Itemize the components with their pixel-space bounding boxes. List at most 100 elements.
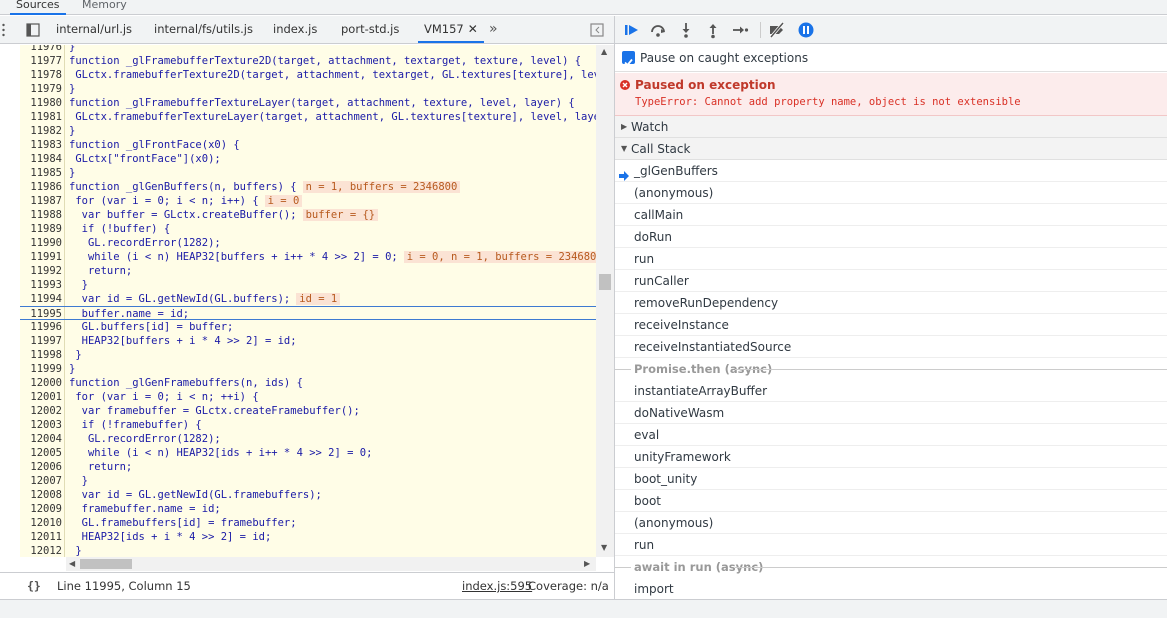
line-number[interactable]: 12010 (20, 516, 62, 530)
line-number[interactable]: 11987 (20, 194, 62, 208)
code-line[interactable]: 11977 function _glFramebufferTexture2D(ta… (20, 54, 596, 68)
code-line[interactable]: 12001 for (var i = 0; i < n; ++i) { (20, 390, 596, 404)
code-line[interactable]: 11997 HEAP32[buffers + i * 4 >> 2] = id; (20, 334, 596, 348)
code-line[interactable]: 11999} (20, 362, 596, 376)
line-number[interactable]: 11985 (20, 166, 62, 180)
tab-sources[interactable]: Sources (10, 0, 66, 15)
code-line[interactable]: 11993 } (20, 278, 596, 292)
watch-section-header[interactable]: ▶ Watch (615, 116, 1167, 138)
toggle-debugger-icon[interactable] (590, 23, 604, 37)
more-dots-icon[interactable] (2, 22, 5, 38)
call-frame[interactable]: callMain (615, 204, 1167, 226)
call-frame-current[interactable]: _glGenBuffers (615, 160, 1167, 182)
line-number[interactable]: 11977 (20, 54, 62, 68)
call-frame[interactable]: removeRunDependency (615, 292, 1167, 314)
line-number[interactable]: 12002 (20, 404, 62, 418)
line-number[interactable]: 12011 (20, 530, 62, 544)
deactivate-breakpoints-icon[interactable] (768, 21, 786, 39)
line-number[interactable]: 11988 (20, 208, 62, 222)
call-frame[interactable]: eval (615, 424, 1167, 446)
tab-internal-url[interactable]: internal/url.js (56, 16, 132, 43)
code-line[interactable]: 12002 var framebuffer = GLctx.createFram… (20, 404, 596, 418)
line-number[interactable]: 11984 (20, 152, 62, 166)
call-stack-section-header[interactable]: ▼ Call Stack (615, 138, 1167, 160)
more-tabs-icon[interactable]: » (489, 21, 498, 37)
call-frame[interactable]: instantiateArrayBuffer (615, 380, 1167, 402)
code-line[interactable]: 11987 for (var i = 0; i < n; i++) {i = 0 (20, 194, 596, 208)
code-line[interactable]: 11978 GLctx.framebufferTexture2D(target,… (20, 68, 596, 82)
code-line[interactable]: 12003 if (!framebuffer) { (20, 418, 596, 432)
horizontal-scrollbar[interactable]: ◀ ▶ (66, 557, 596, 571)
step-over-icon[interactable] (649, 21, 667, 39)
code-line[interactable]: 11990 GL.recordError(1282); (20, 236, 596, 250)
code-line[interactable]: 12010 GL.framebuffers[id] = framebuffer; (20, 516, 596, 530)
line-number[interactable]: 12007 (20, 474, 62, 488)
call-frame[interactable]: boot_unity (615, 468, 1167, 490)
tab-index-js[interactable]: index.js (273, 16, 317, 43)
call-frame[interactable]: boot (615, 490, 1167, 512)
code-line[interactable]: 12012 } (20, 544, 596, 557)
code-line[interactable]: 12007 } (20, 474, 596, 488)
pause-caught-row[interactable]: Pause on caught exceptions (615, 44, 1167, 72)
code-line[interactable]: 11986 function _glGenBuffers(n, buffers) … (20, 180, 596, 194)
line-number[interactable]: 12008 (20, 488, 62, 502)
code-line[interactable]: 11989 if (!buffer) { (20, 222, 596, 236)
line-number[interactable]: 11993 (20, 278, 62, 292)
line-number[interactable]: 11982 (20, 124, 62, 138)
code-line[interactable]: 11991 while (i < n) HEAP32[buffers + i++… (20, 250, 596, 264)
line-number[interactable]: 11999 (20, 362, 62, 376)
pause-on-exceptions-icon[interactable] (797, 21, 815, 39)
line-number[interactable]: 12001 (20, 390, 62, 404)
horizontal-scroll-thumb[interactable] (80, 559, 132, 569)
line-number[interactable]: 11981 (20, 110, 62, 124)
vertical-scroll-thumb[interactable] (599, 274, 611, 290)
scroll-up-icon[interactable]: ▲ (601, 47, 607, 56)
line-number[interactable]: 11996 (20, 320, 62, 334)
line-number[interactable]: 11989 (20, 222, 62, 236)
line-number[interactable]: 12005 (20, 446, 62, 460)
line-number[interactable]: 11979 (20, 82, 62, 96)
line-number[interactable]: 12003 (20, 418, 62, 432)
call-frame[interactable]: run (615, 534, 1167, 556)
line-number[interactable]: 12000 (20, 376, 62, 390)
source-link[interactable]: index.js:595 (462, 573, 532, 600)
line-number[interactable]: 11992 (20, 264, 62, 278)
line-number[interactable]: 11978 (20, 68, 62, 82)
line-number[interactable]: 11983 (20, 138, 62, 152)
code-line[interactable]: 11998 } (20, 348, 596, 362)
step-out-icon[interactable] (704, 21, 722, 39)
code-line[interactable]: 11979} (20, 82, 596, 96)
scroll-left-icon[interactable]: ◀ (69, 559, 75, 568)
call-frame[interactable]: unityFramework (615, 446, 1167, 468)
call-frame[interactable]: receiveInstantiatedSource (615, 336, 1167, 358)
line-number[interactable]: 11980 (20, 96, 62, 110)
line-number[interactable]: 11994 (20, 292, 62, 306)
line-number[interactable]: 12006 (20, 460, 62, 474)
vertical-scrollbar[interactable]: ▲ ▼ (596, 45, 614, 557)
code-line[interactable]: 11992 return; (20, 264, 596, 278)
code-line[interactable]: 11984 GLctx["frontFace"](x0); (20, 152, 596, 166)
line-number[interactable]: 11990 (20, 236, 62, 250)
pause-caught-checkbox[interactable] (622, 51, 635, 67)
call-frame[interactable]: receiveInstance (615, 314, 1167, 336)
tab-internal-fs-utils[interactable]: internal/fs/utils.js (154, 16, 253, 43)
code-editor[interactable]: 11976} 11977 function _glFramebufferTextur… (20, 45, 596, 557)
scroll-right-icon[interactable]: ▶ (584, 559, 590, 568)
tab-vm157[interactable]: VM157 ✕ (418, 16, 484, 43)
tab-port-std[interactable]: port-std.js (341, 16, 399, 43)
code-line[interactable]: 11980 function _glFramebufferTextureLayer… (20, 96, 596, 110)
scroll-down-icon[interactable]: ▼ (601, 543, 607, 552)
code-line[interactable]: 11988 var buffer = GLctx.createBuffer();… (20, 208, 596, 222)
code-line[interactable]: 12000 function _glGenFramebuffers(n, ids)… (20, 376, 596, 390)
line-number[interactable]: 11991 (20, 250, 62, 264)
step-into-icon[interactable] (677, 21, 695, 39)
line-number[interactable]: 11986 (20, 180, 62, 194)
line-number[interactable]: 11997 (20, 334, 62, 348)
code-line[interactable]: 12009 framebuffer.name = id; (20, 502, 596, 516)
code-line[interactable]: 11994 var id = GL.getNewId(GL.buffers); i… (20, 292, 596, 306)
code-line[interactable]: 12005 while (i < n) HEAP32[ids + i++ * 4… (20, 446, 596, 460)
code-line[interactable]: 11983 function _glFrontFace(x0) { (20, 138, 596, 152)
pretty-print-button[interactable]: {} (27, 573, 41, 600)
line-number[interactable]: 12012 (20, 544, 62, 557)
line-number[interactable]: 11995 (20, 307, 62, 321)
